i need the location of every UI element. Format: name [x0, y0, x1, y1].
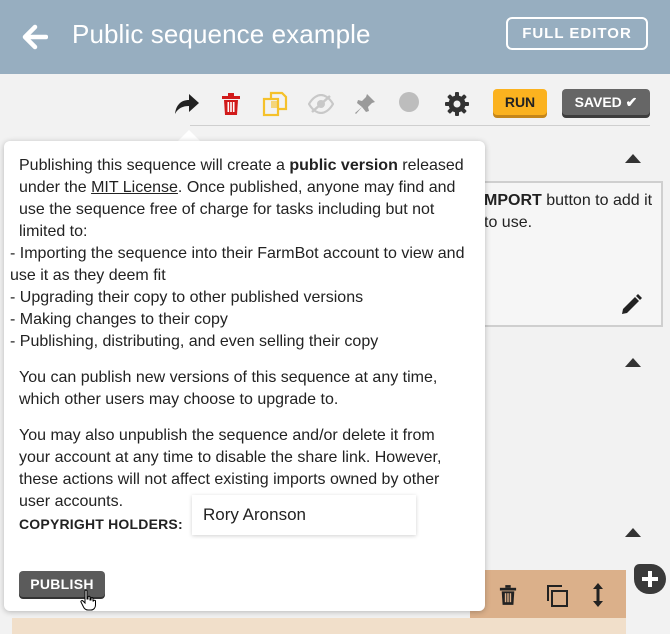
collapse-caret-icon[interactable]	[624, 152, 642, 164]
step-header	[470, 570, 626, 618]
trash-icon[interactable]	[217, 90, 245, 118]
gear-icon[interactable]	[443, 90, 471, 118]
page-title: Public sequence example	[72, 19, 371, 49]
full-editor-button[interactable]: FULL EDITOR	[506, 17, 648, 50]
hand-cursor-icon	[80, 589, 96, 611]
color-dot-icon[interactable]	[395, 90, 423, 118]
bullet-item: - Making changes to their copy	[10, 311, 228, 328]
copyright-row: COPYRIGHT HOLDERS:	[19, 495, 416, 535]
step-trash-icon[interactable]	[499, 585, 517, 605]
publish-popover: Publishing this sequence will create a p…	[4, 141, 485, 611]
bullet-item: - Publishing, distributing, and even sel…	[10, 333, 379, 350]
header-bar: Public sequence example FULL EDITOR	[0, 0, 670, 74]
pin-icon[interactable]	[351, 90, 379, 118]
add-step-button[interactable]	[634, 564, 666, 594]
step-body	[12, 618, 626, 634]
bullet-item: - Upgrading their copy to other publishe…	[10, 289, 364, 306]
back-arrow-icon[interactable]	[22, 24, 48, 50]
bullet-item: - Importing the sequence into their Farm…	[10, 245, 465, 284]
collapse-caret-icon[interactable]	[624, 526, 642, 538]
mit-license-link[interactable]: MIT License	[91, 179, 178, 196]
toolbar-divider	[190, 125, 650, 126]
visibility-off-icon[interactable]	[307, 90, 335, 118]
saved-button[interactable]: SAVED ✔	[562, 89, 650, 115]
collapse-caret-icon[interactable]	[624, 356, 642, 368]
copyright-holders-input[interactable]	[192, 495, 416, 535]
description-text: MPORT button to add it to use.	[484, 192, 653, 231]
copyright-label: COPYRIGHT HOLDERS:	[19, 516, 183, 532]
publish-intro: Publishing this sequence will create a p…	[10, 155, 470, 353]
copy-icon[interactable]	[261, 90, 289, 118]
step-drag-icon[interactable]	[592, 582, 604, 608]
pencil-icon[interactable]	[620, 294, 642, 316]
publish-versions-text: You can publish new versions of this seq…	[19, 369, 438, 408]
share-icon[interactable]	[173, 90, 201, 118]
step-duplicate-icon[interactable]	[545, 584, 569, 608]
run-button[interactable]: RUN	[493, 89, 547, 115]
plus-icon	[642, 571, 658, 587]
